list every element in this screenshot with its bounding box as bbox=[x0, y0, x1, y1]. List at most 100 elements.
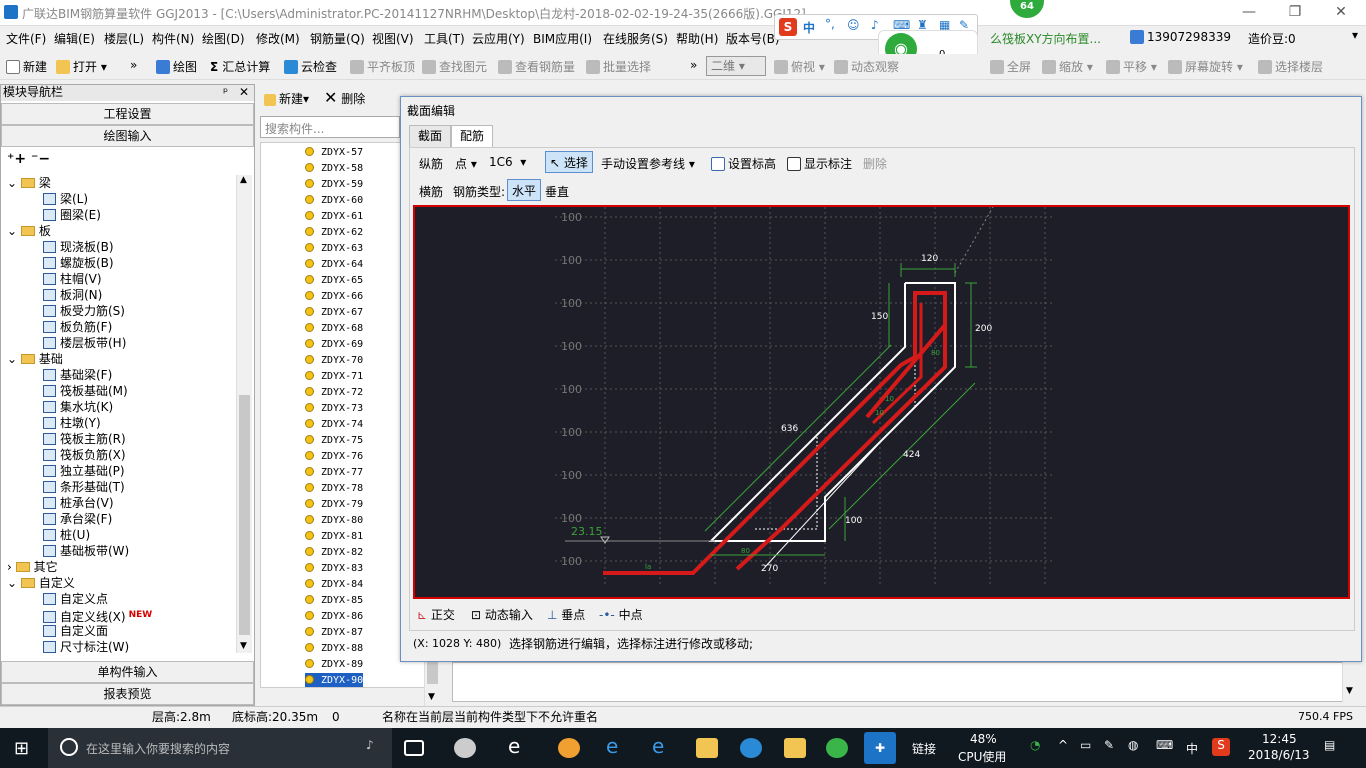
collapse-all-icon[interactable]: ⁻− bbox=[31, 151, 50, 167]
mic-icon[interactable]: ♪ bbox=[366, 738, 374, 752]
tree-item[interactable]: 基础板带(W) bbox=[43, 543, 129, 559]
g-app-icon[interactable] bbox=[740, 738, 762, 758]
list-item[interactable]: ZDYX-84 bbox=[305, 577, 363, 593]
menu-item[interactable]: 楼层(L) bbox=[104, 30, 144, 47]
menu-item[interactable]: 云应用(Y) bbox=[472, 30, 525, 47]
close-button[interactable]: ✕ bbox=[1318, 0, 1364, 26]
green-app-icon[interactable] bbox=[826, 738, 848, 758]
find-element-button[interactable]: 查找图元 bbox=[422, 58, 487, 75]
list-item[interactable]: ZDYX-77 bbox=[305, 465, 363, 481]
ortho-toggle[interactable]: ⊾ 正交 bbox=[417, 606, 455, 623]
expand-icon[interactable]: › bbox=[7, 560, 16, 574]
tree-item[interactable]: 承台梁(F) bbox=[43, 511, 112, 527]
new-button[interactable]: 新建 bbox=[6, 58, 47, 75]
tree-item[interactable]: 楼层板带(H) bbox=[43, 335, 126, 351]
list-item[interactable]: ZDYX-67 bbox=[305, 305, 363, 321]
taskbar-search-input[interactable]: 在这里输入你要搜索的内容 ♪ bbox=[48, 728, 392, 768]
menu-item[interactable]: BIM应用(I) bbox=[533, 30, 592, 47]
ggj-app-icon[interactable]: ✚ bbox=[864, 732, 896, 764]
horizontal-button[interactable]: 水平 bbox=[507, 179, 542, 201]
tree-item[interactable]: 桩(U) bbox=[43, 527, 90, 543]
menu-item[interactable]: 帮助(H) bbox=[676, 30, 718, 47]
list-item[interactable]: ZDYX-85 bbox=[305, 593, 363, 609]
list-item[interactable]: ZDYX-57 bbox=[305, 145, 363, 161]
pen-icon[interactable]: ✎ bbox=[1104, 738, 1114, 752]
wifi-tray-icon[interactable]: ◔ bbox=[1030, 738, 1040, 752]
tree-item[interactable]: 自定义点 bbox=[43, 591, 108, 607]
list-item[interactable]: ZDYX-62 bbox=[305, 225, 363, 241]
section-drawing[interactable]: 100 100 100 100 100 100 100 100 100 120 … bbox=[415, 207, 1348, 597]
menu-item[interactable]: 工具(T) bbox=[424, 30, 465, 47]
keyboard-tray-icon[interactable]: ⌨ bbox=[1156, 738, 1173, 752]
dynamic-input-toggle[interactable]: ⊡ 动态输入 bbox=[471, 606, 533, 623]
point-mode-select[interactable]: 点 ▾ bbox=[455, 155, 477, 172]
sum-button[interactable]: Σ 汇总计算 bbox=[210, 58, 270, 75]
dynamic-view-button[interactable]: 动态观察 bbox=[834, 58, 899, 75]
list-item[interactable]: ZDYX-64 bbox=[305, 257, 363, 273]
tree-item[interactable]: 梁(L) bbox=[43, 191, 88, 207]
set-elevation-button[interactable]: 设置标高 bbox=[711, 155, 776, 172]
menu-item[interactable]: 视图(V) bbox=[372, 30, 414, 47]
menu-item[interactable]: 文件(F) bbox=[6, 30, 46, 47]
clock-date[interactable]: 2018/6/13 bbox=[1248, 748, 1310, 762]
list-item[interactable]: ZDYX-58 bbox=[305, 161, 363, 177]
tree-item[interactable]: 筏板主筋(R) bbox=[43, 431, 126, 447]
ie2-icon[interactable]: e bbox=[652, 734, 676, 758]
expand-icon[interactable]: ⌄ bbox=[7, 352, 21, 366]
menu-item[interactable]: 钢筋量(Q) bbox=[310, 30, 365, 47]
maximize-button[interactable]: ❐ bbox=[1272, 0, 1318, 26]
list-item[interactable]: ZDYX-83 bbox=[305, 561, 363, 577]
tree-folder[interactable]: ⌄ 板 bbox=[7, 223, 51, 239]
fullscreen-button[interactable]: 全屏 bbox=[990, 58, 1031, 75]
manual-ref-line-button[interactable]: 手动设置参考线 ▾ bbox=[601, 155, 695, 172]
vertical-button[interactable]: 垂直 bbox=[545, 183, 569, 200]
emoji-icon[interactable]: ☺ bbox=[847, 18, 860, 32]
nav-scrollbar[interactable]: ▲ ▼ bbox=[236, 175, 252, 653]
list-item[interactable]: ZDYX-90 bbox=[305, 673, 364, 687]
list-item[interactable]: ZDYX-75 bbox=[305, 433, 363, 449]
tree-item[interactable]: 圈梁(E) bbox=[43, 207, 101, 223]
tree-item[interactable]: 集水坑(K) bbox=[43, 399, 113, 415]
list-new-button[interactable]: 新建▾ bbox=[264, 90, 309, 107]
draw-button[interactable]: 绘图 bbox=[156, 58, 197, 75]
tab-section[interactable]: 截面 bbox=[409, 125, 452, 147]
punct-icon[interactable]: °, bbox=[825, 17, 835, 31]
single-component-button[interactable]: 单构件输入 bbox=[1, 661, 254, 683]
select-floor-button[interactable]: 选择楼层 bbox=[1258, 58, 1323, 75]
view-mode-select[interactable]: 二维 ▾ bbox=[706, 56, 766, 76]
tab-reinforcement[interactable]: 配筋 bbox=[451, 125, 494, 147]
list-item[interactable]: ZDYX-63 bbox=[305, 241, 363, 257]
fan-app-icon[interactable] bbox=[454, 738, 476, 758]
network-icon[interactable]: ◍ bbox=[1128, 738, 1138, 752]
tray-lang[interactable]: 中 bbox=[1186, 740, 1198, 757]
tree-item[interactable]: 柱墩(Y) bbox=[43, 415, 101, 431]
expand-collapse-controls[interactable]: ⁺+ ⁻− bbox=[7, 151, 50, 167]
menu-item[interactable]: 绘图(D) bbox=[202, 30, 245, 47]
scroll-up-icon[interactable]: ▲ bbox=[240, 175, 247, 185]
expand-icon[interactable]: ⌄ bbox=[7, 576, 21, 590]
tree-folder[interactable]: › 其它 bbox=[7, 559, 58, 575]
list-item[interactable]: ZDYX-82 bbox=[305, 545, 363, 561]
menu-more[interactable]: ▾ bbox=[1352, 28, 1358, 42]
draw-input-button[interactable]: 绘图输入 bbox=[1, 125, 254, 147]
list-scroll-down-icon[interactable]: ▼ bbox=[428, 692, 435, 702]
user-phone[interactable]: 13907298339 bbox=[1130, 30, 1231, 44]
tree-item[interactable]: 筏板负筋(X) bbox=[43, 447, 126, 463]
scroll-down-icon[interactable]: ▼ bbox=[240, 641, 247, 651]
rebar[interactable] bbox=[603, 291, 947, 575]
rebar-spec-select[interactable]: 1C6 ▾ bbox=[489, 155, 526, 169]
list-item[interactable]: ZDYX-65 bbox=[305, 273, 363, 289]
pin-icon[interactable]: ᵖ bbox=[223, 85, 228, 100]
list-item[interactable]: ZDYX-81 bbox=[305, 529, 363, 545]
list-item[interactable]: ZDYX-61 bbox=[305, 209, 363, 225]
tree-item[interactable]: 自定义面 bbox=[43, 623, 108, 639]
browser-icon[interactable] bbox=[558, 738, 580, 758]
tree-folder[interactable]: ⌄ 梁 bbox=[7, 175, 51, 191]
windows-start-icon[interactable]: ⊞ bbox=[14, 738, 29, 759]
action-center-icon[interactable]: ▤ bbox=[1324, 738, 1335, 752]
list-item[interactable]: ZDYX-89 bbox=[305, 657, 363, 673]
tree-item[interactable]: 独立基础(P) bbox=[43, 463, 125, 479]
chevron-up-icon[interactable]: ^ bbox=[1058, 738, 1068, 752]
zoom-button[interactable]: 缩放 ▾ bbox=[1042, 58, 1093, 75]
list-item[interactable]: ZDYX-69 bbox=[305, 337, 363, 353]
